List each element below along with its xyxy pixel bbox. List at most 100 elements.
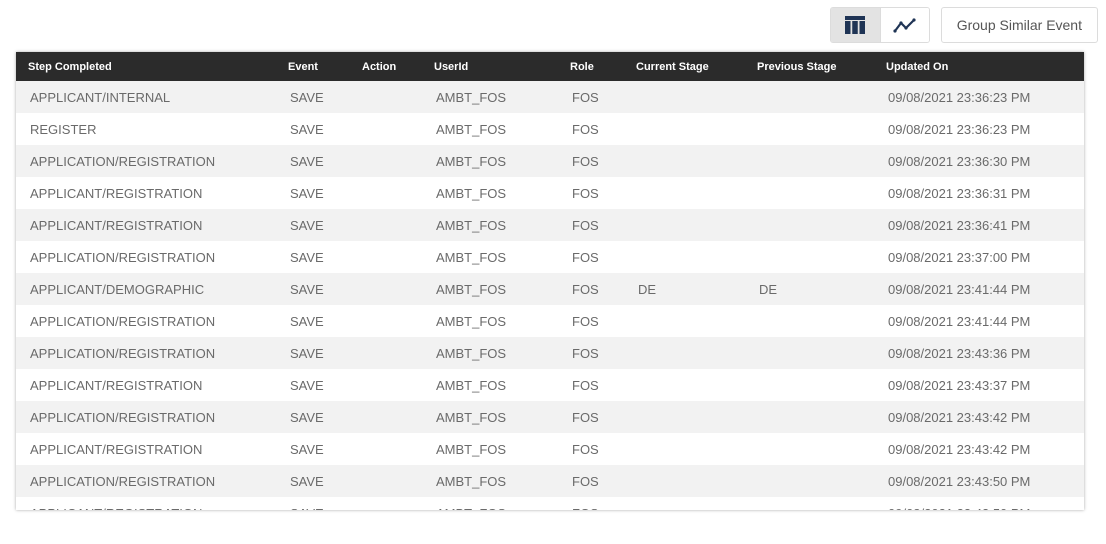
cell-previous-stage (745, 465, 874, 497)
cell-current-stage (624, 177, 745, 209)
cell-role: FOS (572, 89, 599, 105)
table-row[interactable]: APPLICANT/REGISTRATIONSAVEAMBT_FOSFOS09/… (16, 369, 1084, 401)
table-row[interactable]: REGISTER SAVE AMBT_FOS FOS 09/08/2021 23:36:… (16, 113, 1084, 145)
cell-action (350, 497, 422, 510)
cell-updated-on: 09/08/2021 23:43:50 PM (874, 497, 1084, 511)
cell-role: FOS (572, 409, 599, 425)
cell-role: FOS (572, 281, 599, 297)
cell-previous-stage (745, 497, 874, 510)
cell-current-stage (624, 465, 745, 497)
cell-current-stage (624, 433, 745, 465)
cell-updated-on: 09/08/2021 23:43:36 PM (888, 345, 1031, 361)
column-header-role[interactable]: Role (558, 52, 624, 81)
cell-current-stage (624, 305, 745, 337)
cell-previous-stage (745, 145, 874, 177)
cell-current-stage (624, 81, 745, 113)
cell-previous-stage (745, 401, 874, 433)
column-header-updated-on[interactable]: Updated On (874, 52, 1084, 81)
table-header-row: Step Completed Event Action UserId Role Curre… (16, 52, 1084, 81)
column-header-previous-stage[interactable]: Previous Stage (745, 52, 874, 81)
column-header-step-completed[interactable]: Step Completed (16, 52, 276, 81)
cell-previous-stage (745, 337, 874, 369)
cell-event: SAVE (290, 217, 324, 233)
table-row[interactable]: APPLICATION/REGISTRATION SAVE AMBT_FOS FOS 0… (16, 241, 1084, 273)
cell-action (350, 113, 422, 145)
table-row[interactable]: APPLICATION/REGISTRATION SAVE AMBT_FOS FOS 0… (16, 305, 1084, 337)
cell-role: FOS (572, 153, 599, 169)
cell-updated-on: 09/08/2021 23:43:42 PM (888, 441, 1031, 457)
column-header-userid[interactable]: UserId (422, 52, 558, 81)
cell-action (350, 401, 422, 433)
cell-updated-on: 09/08/2021 23:41:44 PM (888, 281, 1031, 297)
cell-role: FOS (572, 185, 599, 201)
cell-event: SAVE (290, 89, 324, 105)
cell-current-stage (624, 209, 745, 241)
cell-userid: AMBT_FOS (436, 249, 507, 265)
table-icon (845, 16, 866, 34)
table-row[interactable]: APPLICATION/REGISTRATION SAVE AMBT_FOS FOS 0… (16, 145, 1084, 177)
table-row[interactable]: APPLICATION/REGISTRATION SAVE AMBT_FOS FOS 0… (16, 401, 1084, 433)
cell-role: FOS (572, 217, 599, 233)
column-header-action[interactable]: Action (350, 52, 422, 81)
column-header-current-stage[interactable]: Current Stage (624, 52, 745, 81)
column-header-event[interactable]: Event (276, 52, 350, 81)
cell-updated-on: 09/08/2021 23:43:42 PM (888, 409, 1031, 425)
table-row[interactable]: APPLICANT/DEMOGRAPHIC SAVE AMBT_FOS FOS DE DE… (16, 273, 1084, 305)
cell-userid: AMBT_FOS (436, 89, 507, 105)
cell-role: FOS (572, 121, 599, 137)
cell-action (350, 145, 422, 177)
cell-event: SAVE (290, 249, 324, 265)
cell-current-stage (624, 241, 745, 273)
cell-current-stage (624, 113, 745, 145)
table-row[interactable]: APPLICATION/REGISTRATION SAVE AMBT_FOS FOS 0… (16, 465, 1084, 497)
cell-event: SAVE (276, 497, 350, 511)
cell-step-completed: APPLICATION/REGISTRATION (30, 409, 216, 425)
cell-action (350, 81, 422, 113)
view-toggle (829, 7, 930, 43)
cell-updated-on: 09/08/2021 23:36:31 PM (888, 185, 1031, 201)
cell-updated-on: 09/08/2021 23:36:23 PM (888, 121, 1031, 137)
cell-userid: AMBT_FOS (436, 185, 507, 201)
table-row[interactable]: APPLICANT/REGISTRATIONSAVEAMBT_FOSFOS09/… (16, 433, 1084, 465)
cell-previous-stage: DE (759, 281, 778, 297)
events-table: Step Completed Event Action UserId Role Curre… (16, 52, 1084, 510)
cell-updated-on: 09/08/2021 23:37:00 PM (888, 249, 1031, 265)
cell-updated-on: 09/08/2021 23:36:30 PM (888, 153, 1031, 169)
cell-userid: AMBT_FOS (436, 441, 507, 457)
cell-userid: AMBT_FOS (436, 281, 507, 297)
cell-current-stage (624, 369, 745, 401)
cell-role: FOS (572, 377, 599, 393)
line-chart-icon (893, 18, 916, 33)
cell-role: FOS (572, 313, 599, 329)
cell-updated-on: 09/08/2021 23:43:37 PM (888, 377, 1031, 393)
table-body: APPLICANT/INTERNAL SAVE AMBT_FOS FOS 09/08/2… (16, 81, 1084, 510)
table-row[interactable]: APPLICANT/REGISTRATIONSAVEAMBT_FOSFOS09/… (16, 209, 1084, 241)
cell-event: SAVE (290, 313, 324, 329)
cell-event: SAVE (290, 281, 324, 297)
table-row[interactable]: APPLICANT/REGISTRATIONSAVEAMBT_FOSFOS09/… (16, 177, 1084, 209)
cell-action (350, 433, 422, 465)
group-similar-event-button[interactable]: Group Similar Event (940, 7, 1098, 43)
table-row[interactable]: APPLICANT/INTERNAL SAVE AMBT_FOS FOS 09/08/2… (16, 81, 1084, 113)
table-row[interactable]: APPLICATION/REGISTRATION SAVE AMBT_FOS FOS 0… (16, 337, 1084, 369)
cell-current-stage (624, 337, 745, 369)
cell-previous-stage (745, 241, 874, 273)
cell-event: SAVE (290, 441, 324, 457)
table-view-button[interactable] (830, 8, 880, 42)
cell-event: SAVE (290, 121, 324, 137)
cell-step-completed: REGISTER (30, 121, 97, 137)
cell-previous-stage (745, 177, 874, 209)
cell-action (350, 337, 422, 369)
cell-previous-stage (745, 209, 874, 241)
cell-userid: AMBT_FOS (422, 497, 558, 511)
events-table-container[interactable]: Step Completed Event Action UserId Role Curre… (16, 52, 1084, 510)
cell-userid: AMBT_FOS (436, 377, 507, 393)
cell-event: SAVE (290, 409, 324, 425)
table-row[interactable]: APPLICANT/REGISTRATIONSAVEAMBT_FOSFOS09/… (16, 497, 1084, 510)
cell-step-completed: APPLICATION/REGISTRATION (30, 345, 216, 361)
cell-step-completed: APPLICATION/REGISTRATION (30, 473, 216, 489)
cell-current-stage (624, 401, 745, 433)
cell-action (350, 177, 422, 209)
cell-current-stage (624, 497, 745, 510)
chart-view-button[interactable] (879, 8, 929, 42)
